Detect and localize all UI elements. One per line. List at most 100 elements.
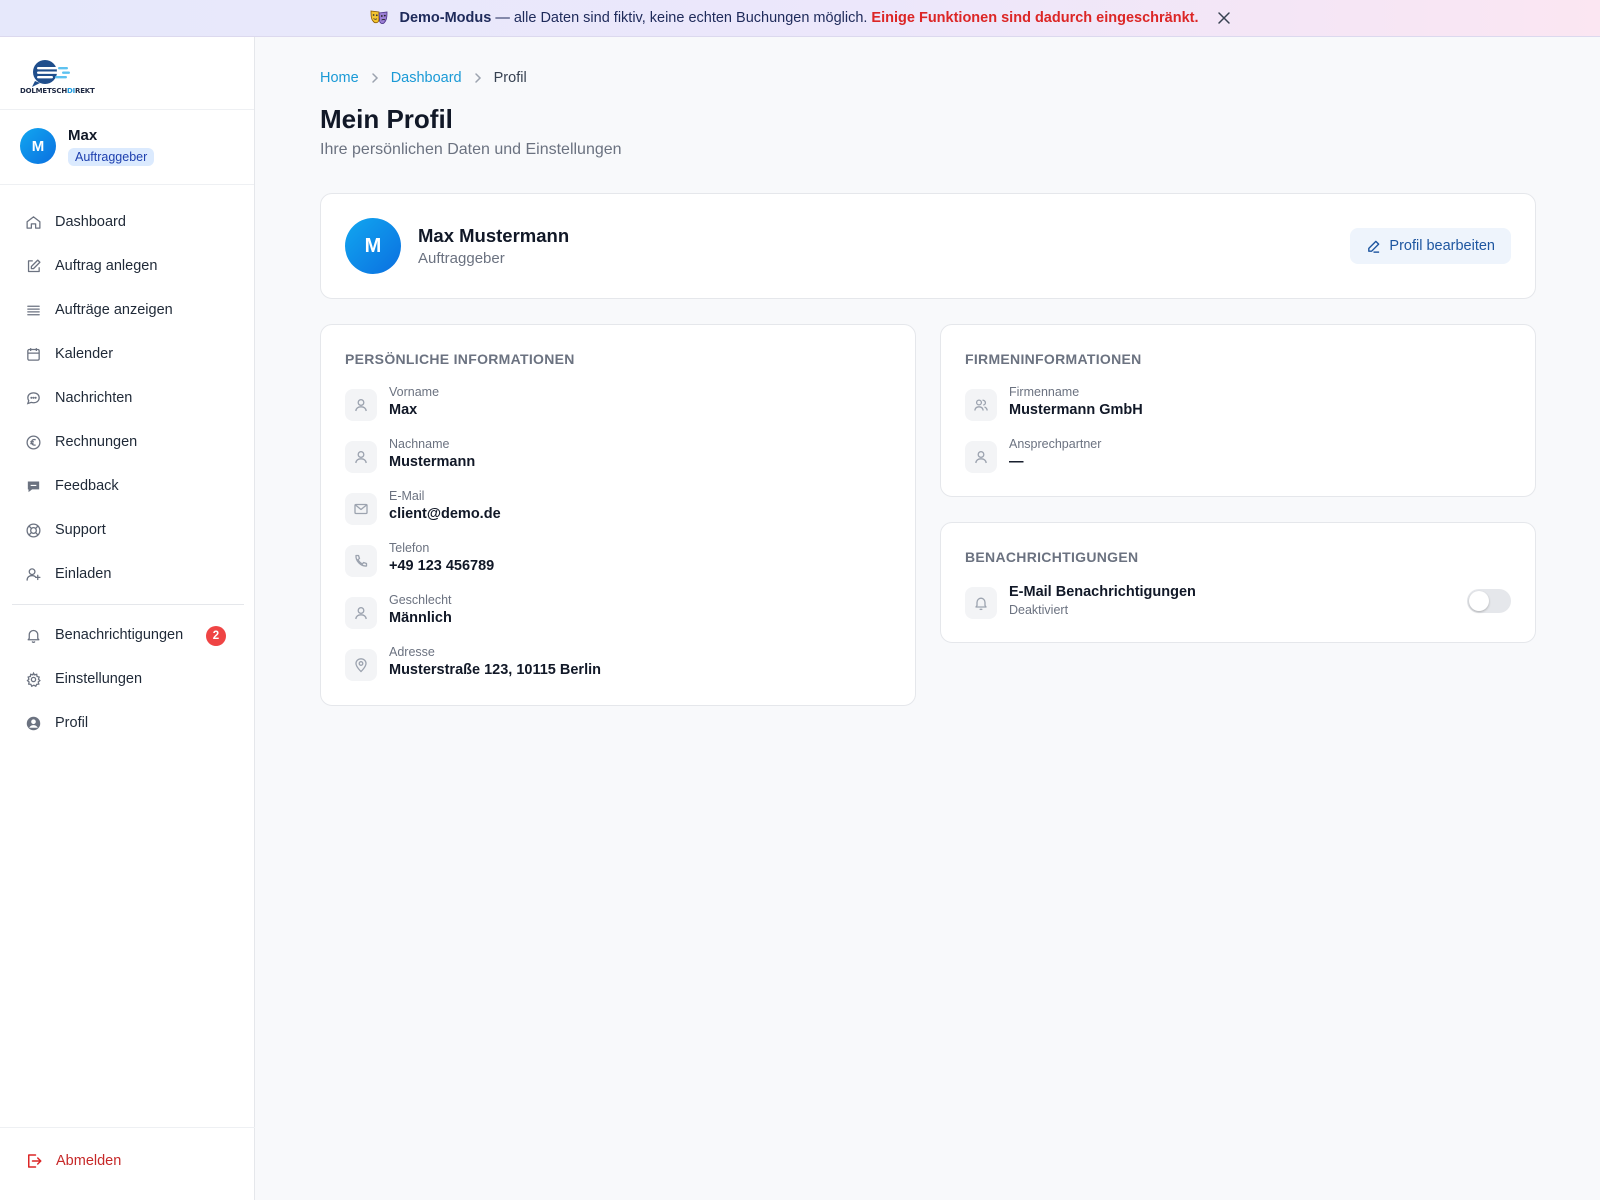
gear-icon	[26, 671, 41, 687]
info-row-nachname: Nachname Mustermann	[345, 437, 885, 477]
home-icon	[26, 215, 41, 229]
info-row-email: E-Mail client@demo.de	[345, 489, 885, 529]
sidebar-item-rechnungen[interactable]: Rechnungen	[12, 420, 244, 464]
sidebar-item-einstellungen[interactable]: Einstellungen	[12, 657, 244, 701]
section-title: PERSÖNLICHE INFORMATIONEN	[345, 351, 575, 367]
notification-count-badge: 2	[206, 626, 226, 646]
user-plus-icon	[26, 567, 41, 581]
info-value: Mustermann	[389, 454, 476, 470]
email-notifications-status: Deaktiviert	[1009, 603, 1069, 617]
toggle-knob	[1469, 591, 1489, 611]
sidebar-item-feedback[interactable]: Feedback	[12, 464, 244, 508]
profile-role: Auftraggeber	[418, 250, 505, 267]
user-icon	[345, 441, 377, 473]
demo-mode-label: Demo-Modus	[399, 10, 492, 26]
close-icon[interactable]	[1217, 11, 1231, 25]
info-row-email-notifications: E-Mail Benachrichtigungen Deaktiviert	[965, 583, 1505, 623]
sidebar-item-label: Feedback	[55, 478, 119, 494]
sidebar-item-nachrichten[interactable]: Nachrichten	[12, 376, 244, 420]
section-title: BENACHRICHTIGUNGEN	[965, 549, 1139, 565]
mail-icon	[345, 493, 377, 525]
demo-banner: Demo-Modus — alle Daten sind fiktiv, kei…	[0, 0, 1600, 37]
sidebar-item-label: Benachrichtigungen	[55, 627, 184, 643]
info-label: Vorname	[389, 385, 440, 399]
demo-mode-text: — alle Daten sind fiktiv, keine echten B…	[495, 10, 868, 26]
logo-area: DOLMETSCHDIREKT	[0, 37, 254, 110]
demo-mode-warning: Einige Funktionen sind dadurch eingeschr…	[871, 10, 1199, 26]
info-row-telefon: Telefon +49 123 456789	[345, 541, 885, 581]
email-notifications-toggle[interactable]	[1467, 589, 1511, 613]
bell-icon	[965, 587, 997, 619]
info-value: Männlich	[389, 610, 452, 626]
calendar-icon	[27, 347, 40, 361]
user-icon	[345, 389, 377, 421]
sidebar-item-benachrichtigungen[interactable]: Benachrichtigungen 2	[12, 613, 244, 657]
avatar: M	[20, 128, 56, 164]
profile-name: Max Mustermann	[418, 225, 570, 246]
sidebar-item-support[interactable]: Support	[12, 508, 244, 552]
bell-icon	[27, 629, 40, 643]
info-value: client@demo.de	[389, 506, 501, 522]
info-row-vorname: Vorname Max	[345, 385, 885, 425]
info-value: Mustermann GmbH	[1009, 402, 1143, 418]
user-icon	[965, 441, 997, 473]
sidebar-item-kalender[interactable]: Kalender	[12, 332, 244, 376]
edit-profile-button[interactable]: Profil bearbeiten	[1350, 228, 1511, 264]
user-info: M Max Auftraggeber	[0, 110, 254, 185]
info-label: Telefon	[389, 541, 430, 555]
info-row-geschlecht: Geschlecht Männlich	[345, 593, 885, 633]
sidebar-item-label: Einladen	[55, 566, 112, 582]
page-subtitle: Ihre persönlichen Daten und Einstellunge…	[320, 141, 622, 158]
user-name: Max	[68, 127, 98, 144]
sidebar-item-auftraege-anzeigen[interactable]: Aufträge anzeigen	[12, 288, 244, 332]
info-label: Nachname	[389, 437, 450, 451]
info-row-firmenname: Firmenname Mustermann GmbH	[965, 385, 1505, 425]
info-value: —	[1009, 454, 1024, 470]
breadcrumb-dashboard[interactable]: Dashboard	[391, 70, 462, 86]
logout-area: Abmelden	[0, 1127, 255, 1200]
users-icon	[965, 389, 997, 421]
sidebar-item-label: Auftrag anlegen	[55, 258, 158, 274]
list-icon	[27, 305, 40, 315]
role-badge: Auftraggeber	[68, 148, 155, 166]
breadcrumb: Home Dashboard Profil	[320, 70, 527, 86]
sidebar-item-einladen[interactable]: Einladen	[12, 552, 244, 596]
sidebar-item-label: Aufträge anzeigen	[55, 302, 173, 318]
theater-mask-icon	[371, 10, 388, 24]
edit-icon	[27, 258, 41, 272]
sidebar-item-label: Einstellungen	[55, 671, 143, 687]
sidebar-item-profil[interactable]: Profil	[12, 701, 244, 745]
sidebar-item-label: Kalender	[55, 346, 114, 362]
info-row-ansprechpartner: Ansprechpartner —	[965, 437, 1505, 477]
info-label: Firmenname	[1009, 385, 1080, 399]
main-nav: Dashboard Auftrag anlegen Aufträge anzei…	[12, 200, 244, 745]
sidebar-item-label: Support	[55, 522, 106, 538]
chevron-right-icon	[371, 73, 378, 83]
user-circle-icon	[26, 716, 41, 730]
info-label: Ansprechpartner	[1009, 437, 1102, 451]
info-label: Geschlecht	[389, 593, 452, 607]
sidebar-item-label: Nachrichten	[55, 390, 133, 406]
email-notifications-label: E-Mail Benachrichtigungen	[1009, 584, 1196, 600]
info-label: Adresse	[389, 645, 435, 659]
breadcrumb-home[interactable]: Home	[320, 70, 359, 86]
edit-profile-label: Profil bearbeiten	[1389, 238, 1495, 254]
breadcrumb-current: Profil	[493, 70, 527, 86]
feedback-icon	[27, 481, 40, 492]
info-value: Musterstraße 123, 10115 Berlin	[389, 662, 601, 678]
nav-divider	[12, 604, 244, 605]
logout-button[interactable]: Abmelden	[25, 1152, 121, 1170]
main-content: Home Dashboard Profil Mein Profil Ihre p…	[255, 37, 1600, 1200]
sidebar-item-auftrag-anlegen[interactable]: Auftrag anlegen	[12, 244, 244, 288]
chevron-right-icon	[474, 73, 481, 83]
euro-icon	[26, 434, 41, 450]
profile-header-card: M Max Mustermann Auftraggeber Profil bea…	[320, 193, 1536, 299]
sidebar-item-label: Dashboard	[55, 214, 126, 230]
pencil-icon	[1368, 240, 1380, 253]
sidebar-item-label: Rechnungen	[55, 434, 138, 450]
info-value: +49 123 456789	[389, 558, 495, 574]
info-label: E-Mail	[389, 489, 425, 503]
sidebar-item-dashboard[interactable]: Dashboard	[12, 200, 244, 244]
info-value: Max	[389, 402, 418, 418]
info-row-adresse: Adresse Musterstraße 123, 10115 Berlin	[345, 645, 885, 685]
